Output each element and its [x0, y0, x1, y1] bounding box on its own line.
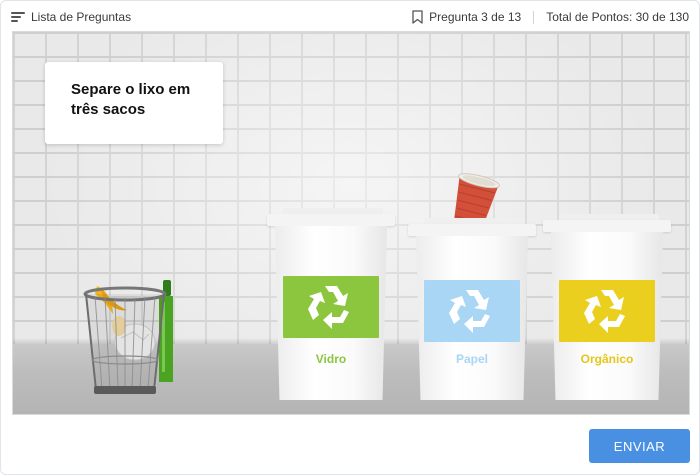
waste-basket[interactable]: [83, 280, 175, 398]
quiz-window: Lista de Preguntas Pregunta 3 de 13 Tota…: [0, 0, 700, 475]
instruction-card: Separe o lixo em três sacos: [45, 62, 223, 144]
question-counter: Pregunta 3 de 13: [429, 10, 522, 24]
submit-button[interactable]: ENVIAR: [589, 429, 690, 463]
instruction-text: Separe o lixo em três sacos: [71, 81, 191, 118]
bin-label: Papel: [455, 352, 488, 366]
bin-organic[interactable]: Orgânico: [543, 214, 671, 400]
bin-label: Vidro: [315, 352, 347, 366]
question-list-button[interactable]: Lista de Preguntas: [11, 8, 131, 26]
waste-basket-icon: [83, 280, 173, 394]
top-bar: Lista de Preguntas Pregunta 3 de 13 Tota…: [1, 1, 699, 31]
recycle-icon: [308, 286, 349, 329]
score-total: Total de Pontos: 30 de 130: [546, 10, 689, 24]
list-icon: [11, 11, 25, 23]
recycle-icon: [584, 290, 625, 333]
question-list-label: Lista de Preguntas: [31, 10, 132, 24]
bin-glass[interactable]: Vidro: [267, 208, 395, 400]
divider: [533, 10, 535, 24]
bin-lid: [543, 220, 671, 232]
recycle-icon: [449, 290, 490, 333]
bin-label-box: [283, 276, 379, 338]
bookmark-icon[interactable]: [412, 10, 423, 24]
bin-lid: [408, 224, 536, 236]
progress-info: Pregunta 3 de 13 Total de Pontos: 30 de …: [412, 8, 689, 26]
bin-label-box: [424, 280, 520, 342]
activity-stage: Separe o lixo em três sacos Vidro Papel …: [12, 31, 690, 415]
bin-lid: [267, 214, 395, 226]
bin-label: Orgânico: [580, 352, 634, 366]
bin-paper[interactable]: Papel: [408, 218, 536, 400]
bin-label-box: [559, 280, 655, 342]
